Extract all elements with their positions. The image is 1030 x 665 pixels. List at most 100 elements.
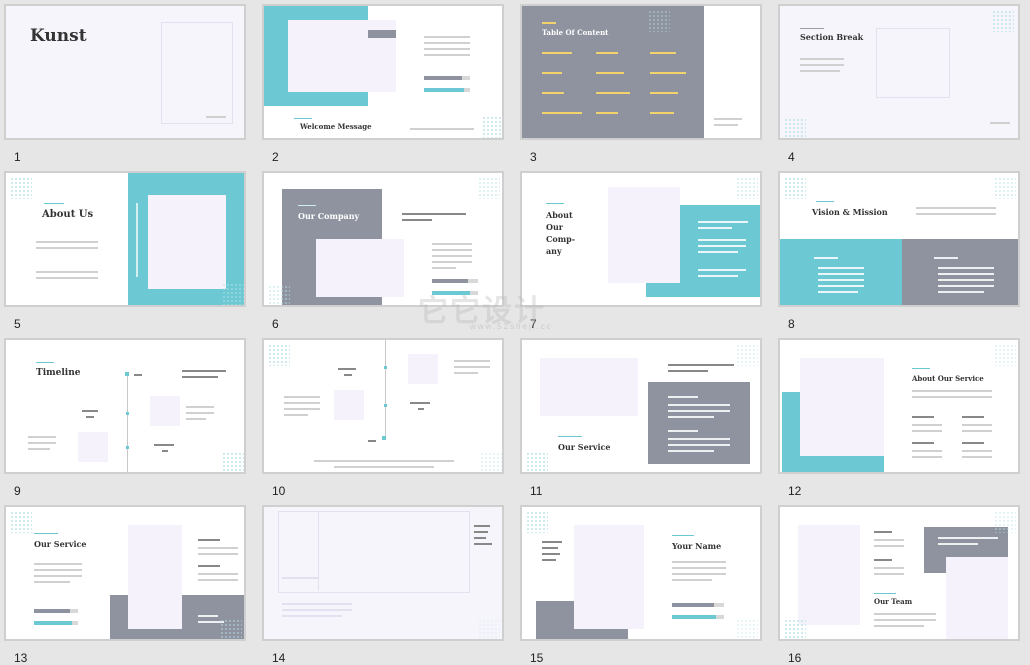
subtitle-text [474,537,486,539]
text-placeholder [912,396,992,398]
timeline-date [82,410,98,412]
text-placeholder [424,36,470,38]
text-placeholder [962,450,992,452]
signature-text [410,128,474,130]
text-placeholder [698,245,746,247]
dot-pattern [222,283,244,305]
text-placeholder [282,577,318,579]
slide-thumbnail-10[interactable] [262,338,504,474]
slide-thumbnail-14[interactable] [262,505,504,641]
title-underline [816,201,834,202]
title-underline [34,533,58,534]
toc-item [542,112,582,114]
image-placeholder [608,187,680,283]
text-placeholder [874,613,936,615]
dot-pattern [736,177,758,199]
slide-thumbnail-5[interactable]: About Us [4,171,246,307]
text-placeholder [186,418,206,420]
text-placeholder [28,448,50,450]
slide-thumbnail-2[interactable]: Welcome Message [262,4,504,140]
dot-pattern [482,116,502,138]
slide-thumbnail-9[interactable]: Timeline [4,338,246,474]
text-placeholder [962,424,992,426]
text-placeholder [424,42,470,44]
list-heading [912,442,934,444]
slide-thumbnail-12[interactable]: About Our Service [778,338,1020,474]
dot-pattern [784,619,806,639]
text-placeholder [938,267,994,269]
slide-number: 11 [530,484,543,498]
slide-number: 2 [272,150,279,164]
timeline-marker [125,372,129,376]
text-placeholder [800,58,844,60]
subtitle-text [698,227,732,229]
subtitle-text [402,219,432,221]
image-placeholder [316,239,404,297]
text-placeholder [206,116,226,118]
slide-title: Your Name [672,541,722,551]
text-placeholder [36,247,98,249]
text-placeholder [668,444,730,446]
text-placeholder [916,207,996,209]
slide-thumbnail-6[interactable]: Our Company [262,171,504,307]
text-placeholder [454,366,490,368]
text-placeholder [186,412,214,414]
slide-thumbnail-11[interactable]: Our Service [520,338,762,474]
text-placeholder [800,70,840,72]
image-placeholder [574,525,644,629]
title-underline [36,362,54,363]
toc-item [650,72,686,74]
title-underline [912,368,930,369]
slide-title: About Our Comp- any [546,210,576,256]
timeline-date [368,440,376,442]
image-placeholder [148,195,226,289]
slide-thumbnail-8[interactable]: Vision & Mission [778,171,1020,307]
slide-thumbnail-7[interactable]: About Our Comp- any [520,171,762,307]
timeline-marker [384,366,387,369]
text-placeholder [874,545,904,547]
text-placeholder [284,414,308,416]
subtitle-text [938,543,978,545]
text-placeholder [314,460,454,462]
text-placeholder [912,450,942,452]
progress-bar [432,279,478,283]
subtitle-text [542,553,560,555]
subtitle-text [474,531,488,533]
text-placeholder [874,619,936,621]
slide-number: 8 [788,317,795,331]
dot-pattern [10,511,32,533]
text-placeholder [874,573,904,575]
text-placeholder [284,402,320,404]
text-placeholder [282,615,342,617]
text-placeholder [34,563,82,565]
timeline-date [338,368,356,370]
toc-item [650,92,678,94]
subtitle-text [698,221,748,223]
image-placeholder [128,525,182,629]
timeline-date [134,374,142,376]
text-placeholder [36,271,98,273]
dot-pattern [478,177,500,199]
slide-thumbnail-3[interactable]: Table Of Content [520,4,762,140]
timeline-date [162,450,168,452]
text-placeholder [874,567,904,569]
toc-item [542,72,562,74]
text-placeholder [668,410,730,412]
slide-thumbnail-13[interactable]: Our Service [4,505,246,641]
text-placeholder [432,267,456,269]
text-placeholder [432,261,472,263]
toc-item [596,72,624,74]
title-underline [546,203,564,204]
timeline-axis [385,340,386,440]
text-placeholder [36,241,98,243]
slide-thumbnail-16[interactable]: Our Team [778,505,1020,641]
dot-pattern [994,177,1016,199]
subtitle-text [474,543,492,545]
column-heading [668,396,698,398]
slide-thumbnail-1[interactable]: Kunst [4,4,246,140]
timeline-date [418,408,424,410]
text-placeholder [698,239,746,241]
progress-bar [672,615,724,619]
slide-thumbnail-4[interactable]: Section Break [778,4,1020,140]
slide-thumbnail-15[interactable]: Your Name [520,505,762,641]
